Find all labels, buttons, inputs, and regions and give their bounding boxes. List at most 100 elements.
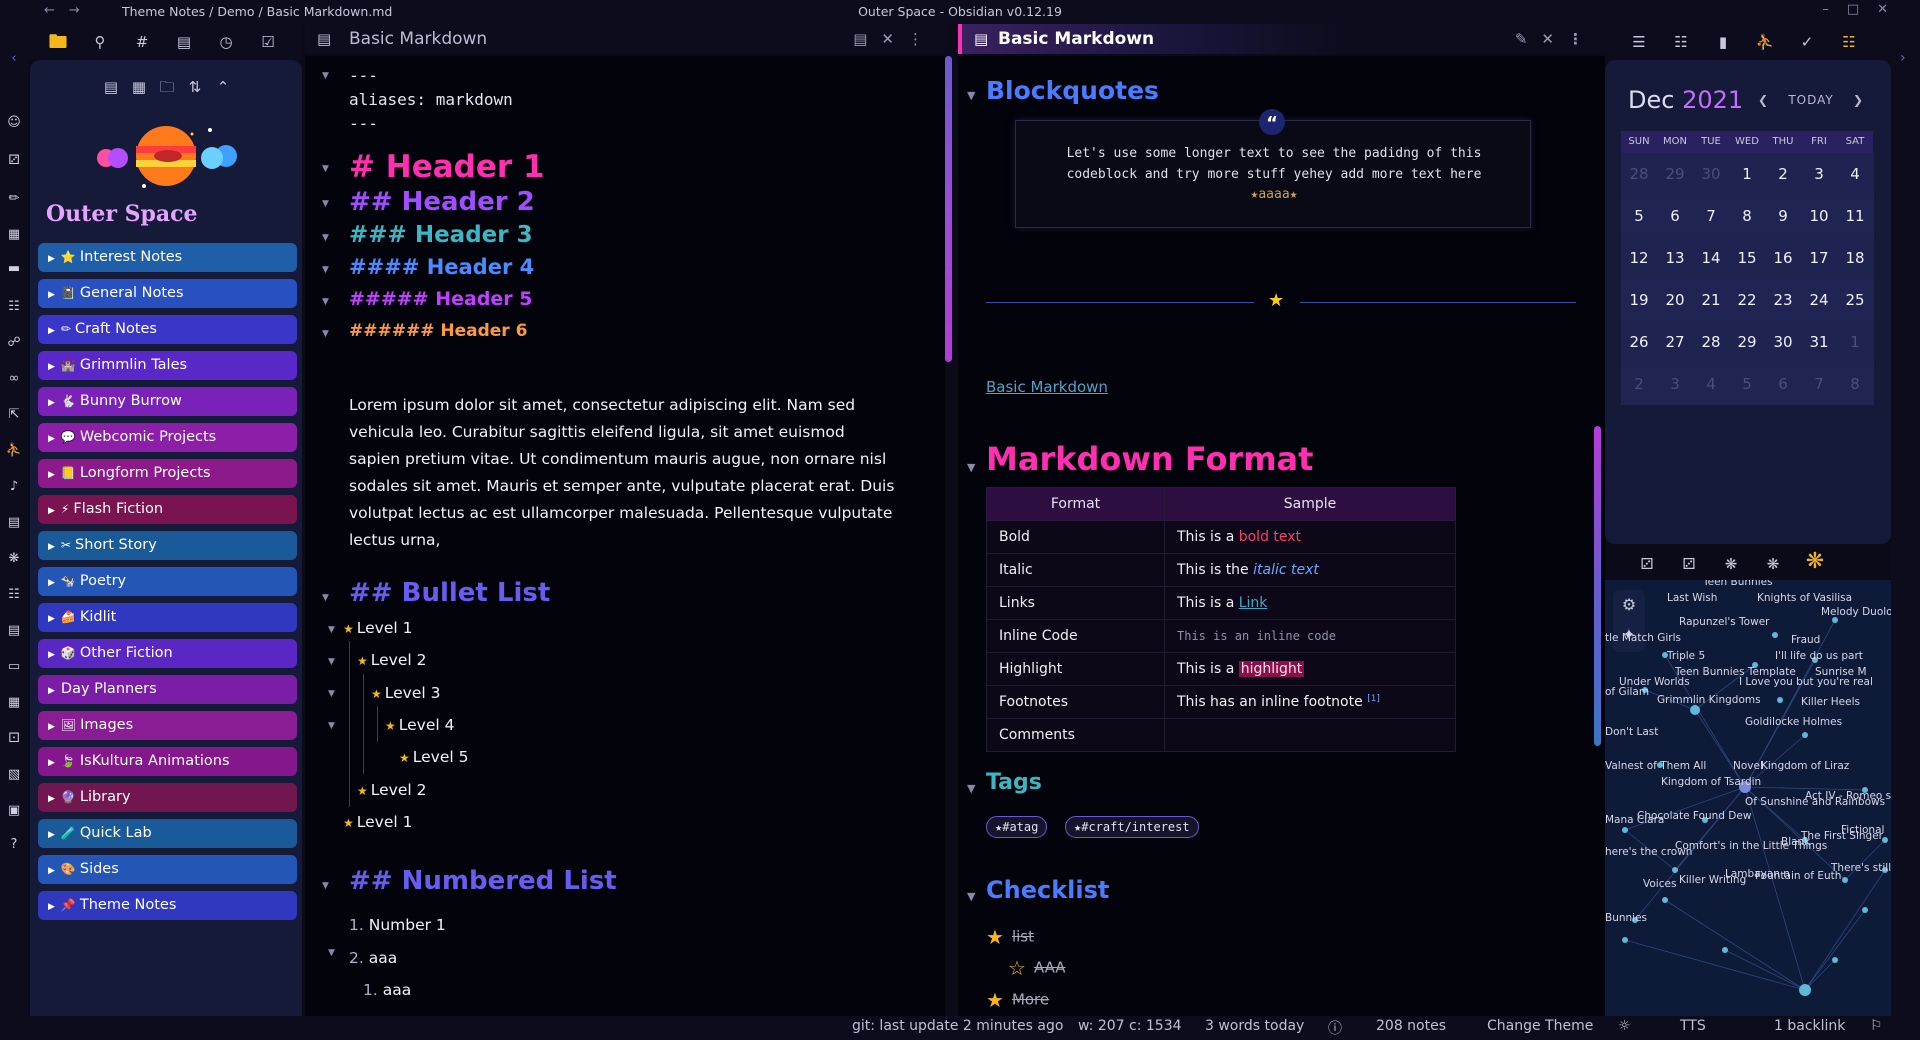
folder-expand-icon[interactable]: ▶ — [48, 362, 55, 372]
change-theme-button[interactable]: Change Theme — [1487, 1018, 1593, 1034]
graph-node-label[interactable]: Voices — [1643, 878, 1676, 890]
right-scrollbar[interactable] — [1594, 426, 1601, 746]
search-icon[interactable]: ⚲ — [88, 30, 112, 54]
calendar-active-icon[interactable]: ☷ — [1837, 30, 1861, 54]
fold-arrow-icon[interactable]: ▼ — [967, 890, 975, 903]
fold-arrow-icon[interactable]: ▼ — [322, 164, 329, 174]
next-month-icon[interactable]: ❯ — [1853, 93, 1864, 107]
graph-node-label[interactable]: tle Match Girls — [1605, 632, 1681, 644]
calendar-day[interactable]: 28 — [1621, 153, 1657, 195]
checklist-item[interactable]: ★ list — [986, 925, 1034, 949]
fold-arrow-icon[interactable]: ▼ — [328, 657, 335, 667]
calendar-day[interactable]: 14 — [1693, 237, 1729, 279]
fold-arrow-icon[interactable]: ▼ — [967, 89, 975, 102]
folder-icon[interactable]: 🖿 — [46, 30, 70, 54]
tts-button[interactable]: TTS — [1680, 1018, 1706, 1034]
calendar-day[interactable]: 21 — [1693, 279, 1729, 321]
calendar-day[interactable]: 7 — [1693, 195, 1729, 237]
calendar-day[interactable]: 29 — [1657, 153, 1693, 195]
calendar-day[interactable]: 1 — [1837, 321, 1873, 363]
calendar-day[interactable]: 24 — [1801, 279, 1837, 321]
graph-node-label[interactable]: Valnest of Them All — [1605, 760, 1706, 772]
folder-expand-icon[interactable]: ▶ — [48, 326, 55, 336]
sidebar-folder[interactable]: ▶ 🐄 Poetry — [38, 567, 297, 596]
graph-node-label[interactable]: There's still tor — [1831, 862, 1891, 874]
graph-view[interactable]: ⚙ ✦ Teen Bunnies Last Wish Knights of Vasil… — [1605, 580, 1891, 1016]
graph-node-label[interactable]: Fraud — [1791, 634, 1820, 646]
slides-icon[interactable]: ▦ — [5, 226, 23, 244]
left-pane-actions[interactable]: ▤✕⋮ — [853, 24, 937, 54]
sidebar-folder[interactable]: ▶ ✏ Craft Notes — [38, 315, 297, 344]
collapse-right-icon[interactable]: › — [1900, 50, 1906, 66]
sun-icon[interactable]: ☼ — [1618, 1018, 1631, 1034]
calendar-day[interactable]: 12 — [1621, 237, 1657, 279]
terminal-icon[interactable]: ▬ — [5, 260, 23, 278]
calendar-icon[interactable]: ☷ — [5, 298, 23, 316]
folder-expand-icon[interactable]: ▶ — [48, 434, 55, 444]
document-icon[interactable]: ▤ — [5, 514, 23, 532]
graph-node-label[interactable]: Grimmlin Kingdoms — [1657, 694, 1761, 706]
sidebar-folder[interactable]: ▶ 📓 General Notes — [38, 279, 297, 308]
graph-node-label[interactable]: Last Wish — [1667, 592, 1717, 604]
sidebar-folder[interactable]: ▶ 💬 Webcomic Projects — [38, 423, 297, 452]
calendar-day[interactable]: 22 — [1729, 279, 1765, 321]
calendar-day[interactable]: 16 — [1765, 237, 1801, 279]
star-check-icon[interactable]: ★ — [986, 925, 1004, 949]
sidebar-folder[interactable]: ▶ Day Planners — [38, 675, 297, 704]
graph-node-label[interactable]: Fountain of Euth — [1755, 870, 1841, 882]
tag-pill[interactable]: ★#atag — [986, 816, 1048, 838]
graph-node-label[interactable]: Knights of Vasilisa — [1757, 592, 1852, 604]
graph-active-icon[interactable]: ❋ — [1803, 550, 1827, 574]
fold-arrow-icon[interactable]: ▼ — [322, 297, 329, 307]
fold-arrow-icon[interactable]: ▼ — [322, 199, 329, 209]
nodes-icon[interactable]: ☍ — [5, 334, 23, 352]
graph-node-label[interactable]: Kingdom of Tsardin — [1661, 776, 1761, 788]
calendar-day[interactable]: 4 — [1837, 153, 1873, 195]
window-controls[interactable]: –□✕ — [1822, 2, 1906, 17]
folder-expand-icon[interactable]: ▶ — [48, 254, 55, 264]
calendar-tab-icon[interactable]: ☷ — [1669, 30, 1693, 54]
calendar-day[interactable]: 6 — [1657, 195, 1693, 237]
basic-markdown-link[interactable]: Basic Markdown — [986, 378, 1108, 396]
calendar-day[interactable]: 25 — [1837, 279, 1873, 321]
calendar-day[interactable]: 3 — [1801, 153, 1837, 195]
fold-arrow-icon[interactable]: ▼ — [322, 233, 329, 243]
graph-node-label[interactable]: Mana Clara — [1605, 814, 1664, 826]
template-icon[interactable]: ▤ — [5, 622, 23, 640]
graph-node-label[interactable]: Melody Duology — [1821, 606, 1891, 618]
plugins-icon[interactable]: ▦ — [5, 694, 23, 712]
outgoing-link-icon[interactable]: ⚂ — [1677, 552, 1701, 576]
runner-icon[interactable]: ⛹ — [5, 442, 23, 460]
footnote-ref[interactable]: [1] — [1367, 694, 1380, 704]
graph-node-label[interactable]: I Love you but you're real — [1739, 676, 1873, 688]
fold-arrow-icon[interactable]: ▼ — [322, 881, 329, 891]
speaker-icon[interactable]: ♪ — [5, 478, 23, 496]
sidebar-folder[interactable]: ▶ ⚡ Flash Fiction — [38, 495, 297, 524]
source-editor[interactable]: ▼ --- aliases: markdown --- ▼ # Header 1… — [305, 56, 945, 1016]
fold-arrow-icon[interactable]: ▼ — [322, 593, 329, 603]
graph-node-label[interactable]: Triple 5 — [1667, 650, 1705, 662]
calendar-day[interactable]: 17 — [1801, 237, 1837, 279]
right-pane-actions[interactable]: ✎✕⋮ — [1515, 24, 1597, 54]
fold-arrow-icon[interactable]: ▼ — [322, 265, 329, 275]
calendar-day[interactable]: 8 — [1837, 363, 1873, 405]
graph-node-label[interactable]: Teen Bunnies — [1703, 580, 1773, 588]
sidebar-folder[interactable]: ▶ 📒 Longform Projects — [38, 459, 297, 488]
collapse-all-icon[interactable]: ⌃ — [209, 78, 237, 96]
calendar-day[interactable]: 1 — [1729, 153, 1765, 195]
sidebar-folder[interactable]: ▶ 🐇 Bunny Burrow — [38, 387, 297, 416]
folder-expand-icon[interactable]: ▶ — [48, 470, 55, 480]
folder-expand-icon[interactable]: ▶ — [48, 722, 55, 732]
fold-arrow-icon[interactable]: ▼ — [967, 782, 975, 795]
graph-node-label[interactable]: Novel — [1733, 760, 1763, 772]
calendar-day[interactable]: 18 — [1837, 237, 1873, 279]
fold-arrow-icon[interactable]: ▼ — [328, 721, 335, 731]
prev-month-icon[interactable]: ❮ — [1758, 93, 1769, 107]
calendar-day[interactable]: 2 — [1765, 153, 1801, 195]
tag-pill[interactable]: ★#craft/interest — [1065, 816, 1199, 838]
star-check-icon[interactable]: ★ — [986, 988, 1004, 1012]
sidebar-folder[interactable]: ▶ 🎲 Other Fiction — [38, 639, 297, 668]
daily-note-icon[interactable]: ☷ — [5, 586, 23, 604]
fold-arrow-icon[interactable]: ▼ — [322, 329, 329, 339]
graph-node-label[interactable]: Act IV - Romeo san — [1805, 790, 1891, 802]
